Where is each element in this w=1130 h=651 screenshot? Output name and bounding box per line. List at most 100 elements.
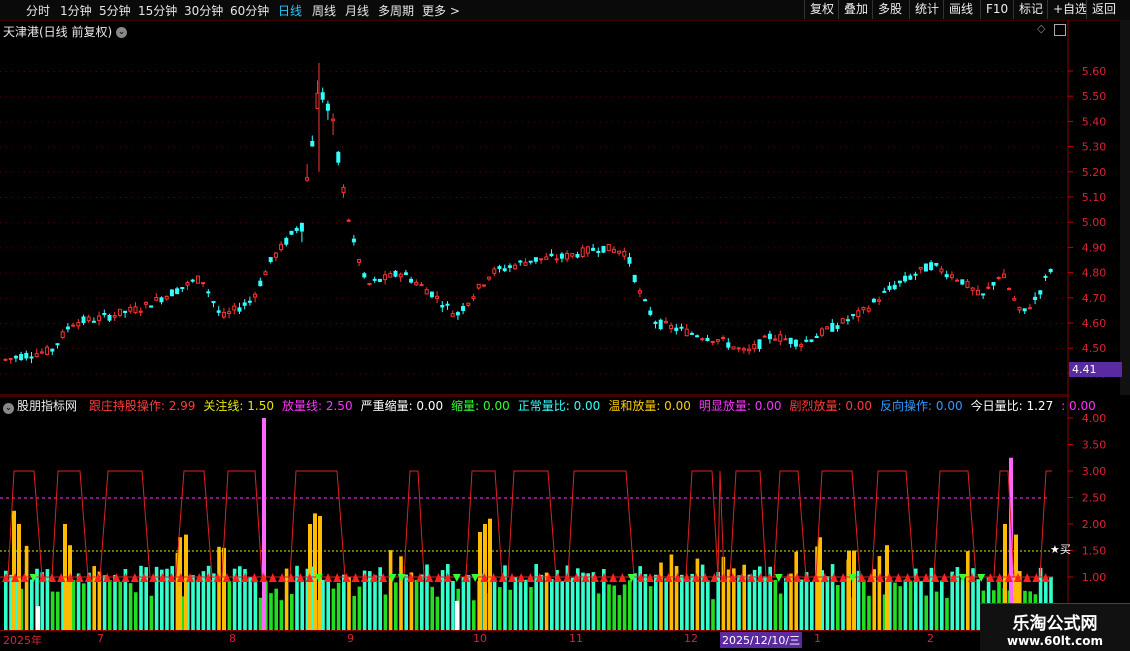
candle: [65, 326, 70, 330]
back-button[interactable]: 返回: [1086, 0, 1121, 19]
f10-button[interactable]: F10: [980, 0, 1013, 19]
candle: [86, 316, 91, 322]
candle: [835, 325, 840, 329]
candle: [825, 326, 830, 330]
candle: [611, 248, 616, 253]
volume-ratio-bar: [68, 545, 72, 630]
period-daily[interactable]: 日线: [278, 2, 302, 19]
candle: [882, 290, 887, 293]
period-15min[interactable]: 15分钟: [138, 2, 177, 19]
candle: [3, 358, 8, 361]
volume-ratio-bar: [253, 582, 258, 630]
candle: [991, 281, 996, 286]
candle: [1007, 288, 1012, 291]
period-multi[interactable]: 多周期: [378, 2, 414, 19]
candle: [403, 272, 408, 276]
candle: [39, 351, 44, 354]
period-1min[interactable]: 1分钟: [60, 2, 92, 19]
volume-ratio-bar: [836, 585, 840, 630]
fuquan-button[interactable]: 复权: [804, 0, 839, 19]
overlay-button[interactable]: 叠加: [838, 0, 873, 19]
volume-ratio-bar: [399, 556, 403, 630]
candle: [190, 279, 195, 282]
candle: [767, 333, 772, 340]
period-fenshi[interactable]: 分时: [26, 2, 50, 19]
indicator-tick-label: 1.50: [1082, 545, 1107, 558]
period-30min[interactable]: 30分钟: [184, 2, 223, 19]
multi-stock-button[interactable]: 多股: [872, 0, 907, 19]
candle: [663, 320, 668, 324]
candle: [175, 288, 180, 295]
candle: [481, 284, 486, 287]
watermark: 乐淘公式网 www.60lt.com: [980, 603, 1130, 651]
candle: [76, 322, 81, 327]
candle: [570, 253, 575, 257]
candle: [279, 243, 284, 251]
candle: [747, 348, 752, 352]
candle: [778, 334, 783, 342]
candle: [440, 304, 445, 308]
volume-ratio-bar: [352, 595, 356, 630]
period-5min[interactable]: 5分钟: [99, 2, 131, 19]
volume-ratio-bar: [503, 565, 507, 630]
candle: [544, 256, 549, 260]
volume-ratio-bar: [841, 580, 845, 630]
candle: [263, 271, 268, 276]
last-price-badge: 4.41: [1069, 362, 1122, 377]
volume-ratio-bar: [570, 577, 575, 630]
candle: [253, 293, 258, 298]
period-60min[interactable]: 60分钟: [230, 2, 269, 19]
volume-ratio-bar: [726, 569, 731, 630]
volume-ratio-bar: [633, 573, 637, 630]
candle: [242, 302, 247, 306]
volume-ratio-bar: [862, 579, 866, 630]
volume-ratio-bar: [394, 582, 398, 630]
candle: [736, 347, 741, 350]
volume-ratio-bar: [955, 567, 960, 630]
volume-ratio-bar: [747, 574, 752, 630]
volume-ratio-bar: [279, 600, 284, 630]
indicator-chart: 4.00 3.50 3.00 2.50 2.00 1.50 1.00: [0, 396, 1107, 630]
candle: [596, 250, 601, 254]
candle: [372, 278, 377, 281]
indicator-tick-label: 3.00: [1082, 465, 1107, 478]
volume-ratio-bar: [622, 584, 627, 630]
candle: [169, 289, 174, 297]
candle: [539, 258, 544, 261]
volume-ratio-bar: [461, 576, 466, 630]
date-axis: 2025年 7 8 9 10 11 12 2025/12/10/三 1 2: [0, 630, 1068, 648]
period-more[interactable]: 更多 >: [422, 2, 460, 19]
candle: [346, 219, 351, 222]
candle: [689, 332, 694, 335]
candle: [13, 355, 18, 359]
candle: [1038, 290, 1043, 295]
volume-ratio-bar: [903, 579, 908, 630]
candle: [622, 250, 627, 257]
volume-ratio-bar: [313, 513, 317, 630]
candle: [866, 307, 871, 312]
stats-button[interactable]: 统计: [909, 0, 944, 19]
candle: [424, 289, 429, 295]
candle: [637, 290, 642, 294]
candle: [617, 250, 622, 254]
candle: [975, 289, 980, 296]
candle: [247, 300, 252, 303]
volume-ratio-bar: [71, 580, 76, 630]
period-weekly[interactable]: 周线: [312, 2, 336, 19]
draw-button[interactable]: 画线: [943, 0, 978, 19]
volume-ratio-bar: [238, 566, 242, 630]
candle: [721, 336, 726, 339]
volume-ratio-bar: [539, 574, 544, 630]
candle: [507, 265, 512, 268]
volume-ratio-bar: [488, 518, 492, 630]
mark-button[interactable]: 标记: [1013, 0, 1048, 19]
volume-ratio-bar: [550, 579, 554, 630]
candle: [492, 268, 497, 274]
candle: [856, 310, 861, 318]
volume-ratio-bar: [852, 550, 856, 630]
volume-ratio-bar: [685, 580, 689, 630]
candle: [81, 316, 86, 324]
price-tick-label: 5.00: [1082, 216, 1107, 229]
period-monthly[interactable]: 月线: [345, 2, 369, 19]
volume-ratio-bar: [518, 582, 523, 630]
